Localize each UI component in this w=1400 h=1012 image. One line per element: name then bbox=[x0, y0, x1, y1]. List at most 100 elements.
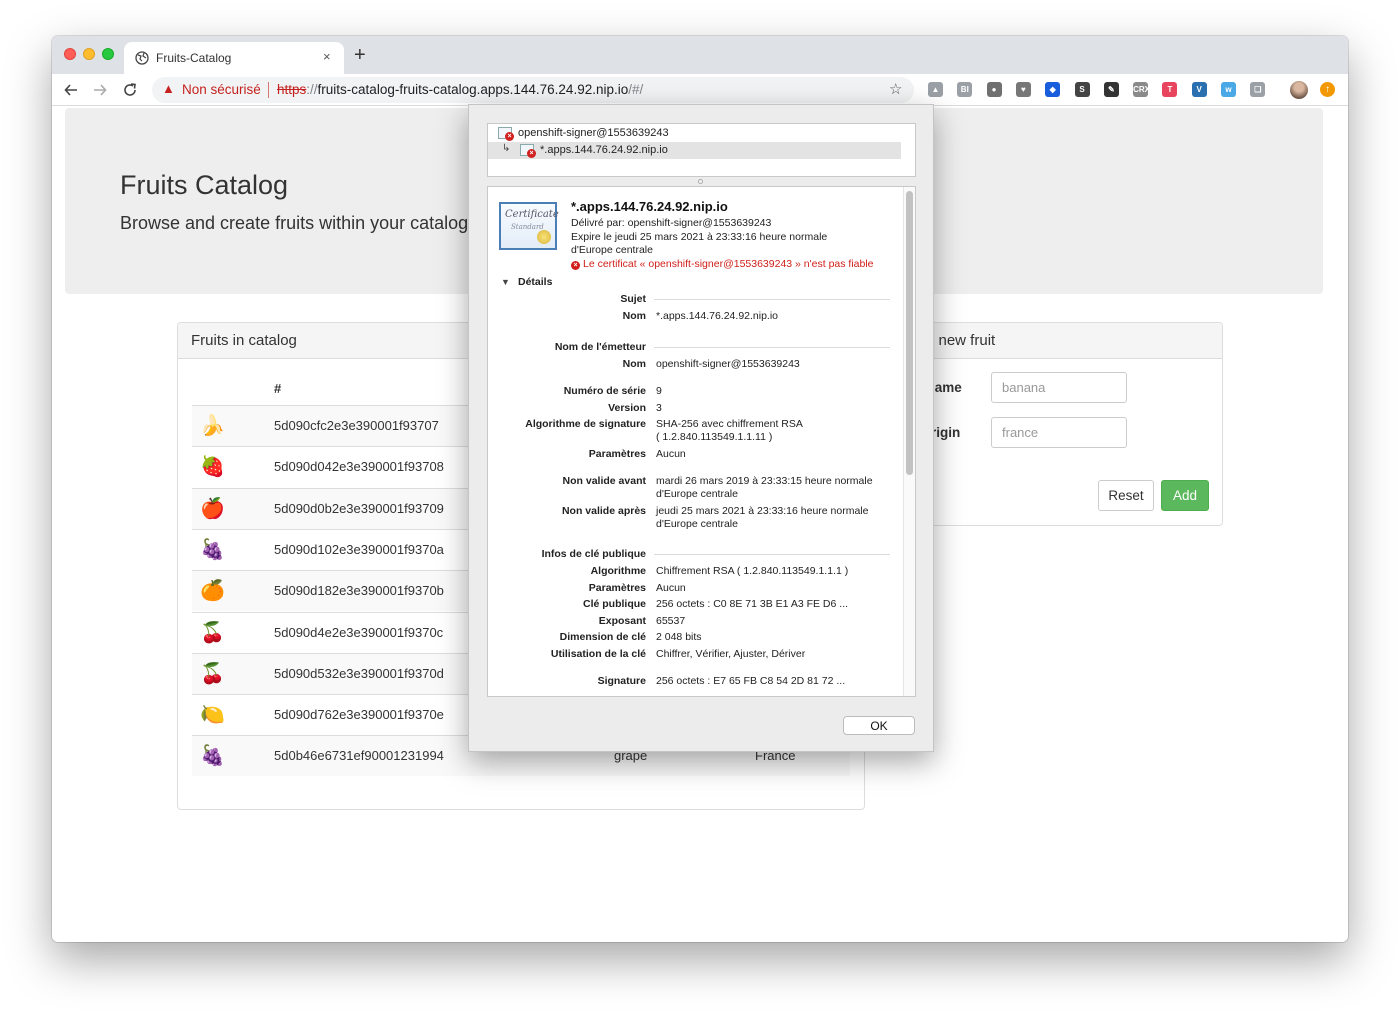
chain-item-leaf[interactable]: ↳ × *.apps.144.76.24.92.nip.io bbox=[488, 142, 901, 159]
crx-extension-icon[interactable]: CRX bbox=[1133, 82, 1150, 97]
tab-strip: Fruits-Catalog × + bbox=[52, 36, 1348, 74]
grapes-icon: 🍇 bbox=[200, 538, 225, 561]
exponent-value: 65537 bbox=[656, 615, 686, 627]
grapes-icon: 🍇 bbox=[200, 745, 225, 768]
signature-algorithm-oid: ( 1.2.840.113549.1.1.11 ) bbox=[656, 431, 773, 443]
key-size-value: 2 048 bits bbox=[656, 631, 702, 643]
reload-icon[interactable] bbox=[123, 83, 137, 97]
strawberry-icon: 🍓 bbox=[200, 456, 225, 479]
reset-button[interactable]: Reset bbox=[1098, 480, 1154, 511]
pin-extension-icon[interactable]: ✎ bbox=[1103, 82, 1119, 97]
add-fruit-panel: l new fruit lame rigin Reset Add bbox=[910, 322, 1223, 526]
url-text[interactable]: https://fruits-catalog-fruits-catalog.ap… bbox=[277, 82, 643, 97]
algorithm-key: Algorithme bbox=[590, 565, 646, 577]
ok-button[interactable]: OK bbox=[843, 716, 915, 735]
origin-input[interactable] bbox=[991, 417, 1127, 448]
public-key-key: Clé publique bbox=[583, 598, 646, 610]
minimize-window-button[interactable] bbox=[83, 48, 95, 60]
serial-key: Numéro de série bbox=[563, 385, 646, 397]
warning-triangle-icon[interactable]: ▲ bbox=[162, 81, 175, 96]
disclosure-triangle-icon[interactable]: ▼ bbox=[501, 277, 510, 287]
profile-avatar[interactable] bbox=[1290, 81, 1308, 99]
notes-extension-icon[interactable]: ❏ bbox=[1250, 82, 1266, 97]
lemon-icon: 🍋 bbox=[200, 704, 225, 727]
tab-fruits-catalog[interactable]: Fruits-Catalog × bbox=[124, 42, 344, 74]
key-usage-value: Chiffrer, Vérifier, Ajuster, Dériver bbox=[656, 648, 806, 660]
parameters-value: Aucun bbox=[656, 448, 686, 460]
details-toggle[interactable]: Détails bbox=[518, 276, 552, 288]
certificate-error-icon: × bbox=[520, 144, 536, 158]
name-input[interactable] bbox=[991, 372, 1127, 403]
subject-name-value: *.apps.144.76.24.92.nip.io bbox=[656, 310, 779, 322]
chain-item-root[interactable]: × openshift-signer@1553639243 bbox=[488, 125, 901, 142]
fruit-id: 5d090d102e3e390001f9370a bbox=[274, 541, 444, 557]
page-title: Fruits Catalog bbox=[120, 170, 289, 200]
certificate-chain[interactable]: × openshift-signer@1553639243 ↳ × *.apps… bbox=[487, 123, 916, 177]
forward-arrow-icon[interactable] bbox=[93, 83, 107, 97]
page-subtitle: Browse and create fruits within your cat… bbox=[120, 213, 469, 233]
back-arrow-icon[interactable] bbox=[64, 83, 78, 97]
panel-title: l new fruit bbox=[931, 332, 996, 349]
key-usage-key: Utilisation de la clé bbox=[550, 648, 646, 660]
public-key-section: Infos de clé publique bbox=[541, 548, 646, 560]
google-drive-icon[interactable]: ▲ bbox=[928, 82, 943, 97]
fruit-id: 5d090d0b2e3e390001f93709 bbox=[274, 500, 444, 516]
circle-extension-icon[interactable]: ● bbox=[986, 82, 1002, 97]
bi-extension-icon[interactable]: BI bbox=[957, 82, 973, 97]
divider bbox=[654, 554, 890, 555]
certificate-dialog: × openshift-signer@1553639243 ↳ × *.apps… bbox=[468, 104, 934, 752]
close-window-button[interactable] bbox=[64, 48, 76, 60]
divider bbox=[654, 347, 890, 348]
update-icon[interactable]: ↑ bbox=[1320, 82, 1335, 97]
name-label: lame bbox=[931, 380, 962, 395]
fruit-id: 5d090d762e3e390001f9370e bbox=[274, 707, 444, 723]
not-secure-label[interactable]: Non sécurisé bbox=[182, 82, 261, 97]
bookmark-star-icon[interactable]: ☆ bbox=[889, 80, 902, 98]
signature-value: 256 octets : E7 65 FB C8 54 2D 81 72 ... bbox=[656, 675, 846, 687]
fruit-id: 5d090d182e3e390001f9370b bbox=[274, 583, 444, 599]
not-before-value-2: d'Europe centrale bbox=[656, 488, 738, 500]
not-after-key: Non valide après bbox=[561, 505, 646, 517]
vue-devtools-icon[interactable]: V bbox=[1191, 82, 1207, 97]
version-value: 3 bbox=[656, 402, 662, 414]
wappalyzer-icon[interactable]: w bbox=[1221, 82, 1236, 97]
splitter-handle[interactable] bbox=[698, 179, 703, 184]
not-before-value: mardi 26 mars 2019 à 23:33:15 heure norm… bbox=[656, 475, 873, 487]
signature-algorithm-key: Algorithme de signature bbox=[525, 418, 646, 430]
s-extension-icon[interactable]: S bbox=[1074, 82, 1090, 97]
fruit-id: 5d090cfc2e3e390001f93707 bbox=[274, 418, 439, 433]
pocket-icon[interactable]: ♥ bbox=[1015, 82, 1031, 97]
trust-error: × Le certificat « openshift-signer@155363… bbox=[571, 258, 874, 270]
zoom-window-button[interactable] bbox=[102, 48, 114, 60]
details-scrollbar[interactable] bbox=[903, 187, 915, 696]
key-size-key: Dimension de clé bbox=[559, 631, 646, 643]
fruit-id: 5d090d4e2e3e390001f9370c bbox=[274, 624, 444, 640]
parameters-key: Paramètres bbox=[588, 448, 646, 460]
issuer-name-value: openshift-signer@1553639243 bbox=[656, 358, 800, 370]
not-before-key: Non valide avant bbox=[562, 475, 646, 487]
issuer-section: Nom de l'émetteur bbox=[554, 341, 646, 353]
add-button[interactable]: Add bbox=[1161, 480, 1209, 511]
fruit-id: 5d090d042e3e390001f93708 bbox=[274, 459, 444, 475]
subject-name-key: Nom bbox=[622, 310, 646, 322]
exponent-key: Exposant bbox=[598, 615, 646, 627]
orange-icon: 🍊 bbox=[200, 580, 225, 603]
new-tab-button[interactable]: + bbox=[354, 44, 366, 67]
subject-section: Sujet bbox=[620, 293, 646, 305]
fruit-id: 5d090d532e3e390001f9370d bbox=[274, 665, 444, 681]
cherries-icon: 🍒 bbox=[200, 621, 225, 644]
bitwarden-icon[interactable]: ◆ bbox=[1045, 82, 1061, 97]
address-bar[interactable]: ▲ Non sécurisé https://fruits-catalog-fr… bbox=[152, 77, 914, 103]
signature-key: Signature bbox=[597, 675, 646, 687]
globe-icon bbox=[135, 51, 149, 65]
security-separator bbox=[268, 82, 269, 98]
add-fruit-heading: l new fruit bbox=[911, 323, 1222, 359]
t-extension-icon[interactable]: T bbox=[1162, 82, 1178, 97]
cherries-icon: 🍒 bbox=[200, 662, 225, 685]
scrollbar-thumb[interactable] bbox=[906, 191, 913, 475]
fruit-id: 5d0b46e6731ef90001231994 bbox=[274, 748, 444, 764]
signature-algorithm-value: SHA-256 avec chiffrement RSA bbox=[656, 418, 803, 430]
expiry-line-1: Expire le jeudi 25 mars 2021 à 23:33:16 … bbox=[571, 231, 828, 243]
tab-close-icon[interactable]: × bbox=[323, 49, 331, 64]
chain-item-label: *.apps.144.76.24.92.nip.io bbox=[540, 144, 668, 156]
